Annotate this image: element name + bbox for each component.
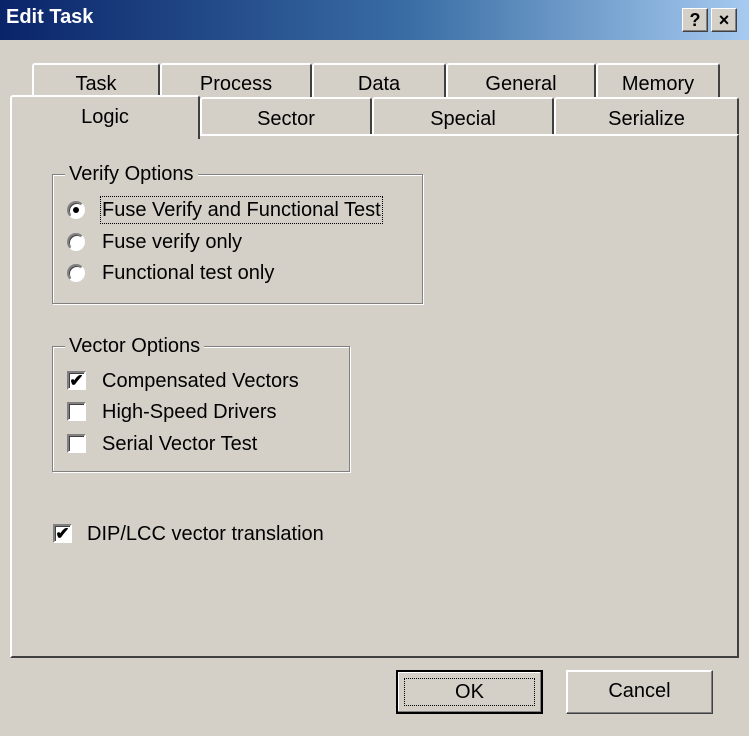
tab-label: Special — [430, 108, 496, 130]
cancel-button[interactable]: Cancel — [566, 670, 713, 714]
vector-options-legend: Vector Options — [65, 334, 205, 358]
tab-label: Process — [199, 73, 273, 95]
verify-options-legend: Verify Options — [65, 162, 198, 186]
radio-selected-dot — [73, 207, 79, 213]
tab-task[interactable]: Task — [32, 63, 160, 97]
tab-process[interactable]: Process — [160, 63, 312, 97]
tab-sector[interactable]: Sector — [200, 97, 372, 134]
checkbox-label[interactable]: DIP/LCC vector translation — [87, 522, 324, 546]
checkbox-label[interactable]: Compensated Vectors — [102, 369, 299, 393]
tab-special[interactable]: Special — [372, 97, 554, 134]
tab-serialize[interactable]: Serialize — [554, 97, 739, 134]
checkbox-label[interactable]: High-Speed Drivers — [102, 400, 277, 424]
focus-rect — [404, 678, 535, 706]
checkmark-icon: ✔ — [69, 371, 84, 390]
radio-fuse-verify-only[interactable] — [67, 233, 85, 251]
tab-panel-logic: Verify Options Fuse Verify and Functiona… — [10, 134, 739, 658]
tab-general[interactable]: General — [446, 63, 596, 97]
checkbox-label[interactable]: Serial Vector Test — [102, 432, 257, 456]
tab-logic[interactable]: Logic — [10, 95, 200, 139]
tab-label: Sector — [257, 108, 315, 130]
help-button[interactable]: ? — [682, 8, 708, 32]
tab-label: Memory — [621, 73, 695, 95]
checkbox-dip-lcc-translation[interactable]: ✔ — [53, 524, 72, 543]
help-icon: ? — [689, 10, 701, 30]
tab-memory[interactable]: Memory — [596, 63, 720, 97]
cancel-label: Cancel — [608, 680, 671, 702]
radio-label[interactable]: Fuse verify only — [102, 230, 242, 254]
close-button[interactable]: × — [711, 8, 737, 32]
tab-label: Data — [357, 73, 401, 95]
checkbox-high-speed-drivers[interactable] — [67, 402, 86, 421]
checkbox-serial-vector-test[interactable] — [67, 434, 86, 453]
tab-label: Logic — [81, 106, 129, 128]
radio-label[interactable]: Fuse Verify and Functional Test — [100, 196, 383, 224]
vector-options-group: Vector Options ✔ Compensated Vectors Hig… — [52, 334, 350, 472]
ok-button[interactable]: OK — [396, 670, 543, 714]
window-title: Edit Task — [6, 6, 94, 28]
close-icon: × — [718, 10, 730, 30]
tab-label: Serialize — [608, 108, 685, 130]
radio-functional-test-only[interactable] — [67, 264, 85, 282]
tab-label: Task — [75, 73, 117, 95]
tab-label: General — [485, 73, 557, 95]
verify-options-group: Verify Options Fuse Verify and Functiona… — [52, 162, 423, 304]
checkbox-compensated-vectors[interactable]: ✔ — [67, 371, 86, 390]
tab-data[interactable]: Data — [312, 63, 446, 97]
checkmark-icon: ✔ — [55, 524, 70, 543]
radio-fuse-verify-functional[interactable] — [67, 201, 85, 219]
title-bar: Edit Task ? × — [0, 0, 749, 40]
radio-label[interactable]: Functional test only — [102, 261, 274, 285]
